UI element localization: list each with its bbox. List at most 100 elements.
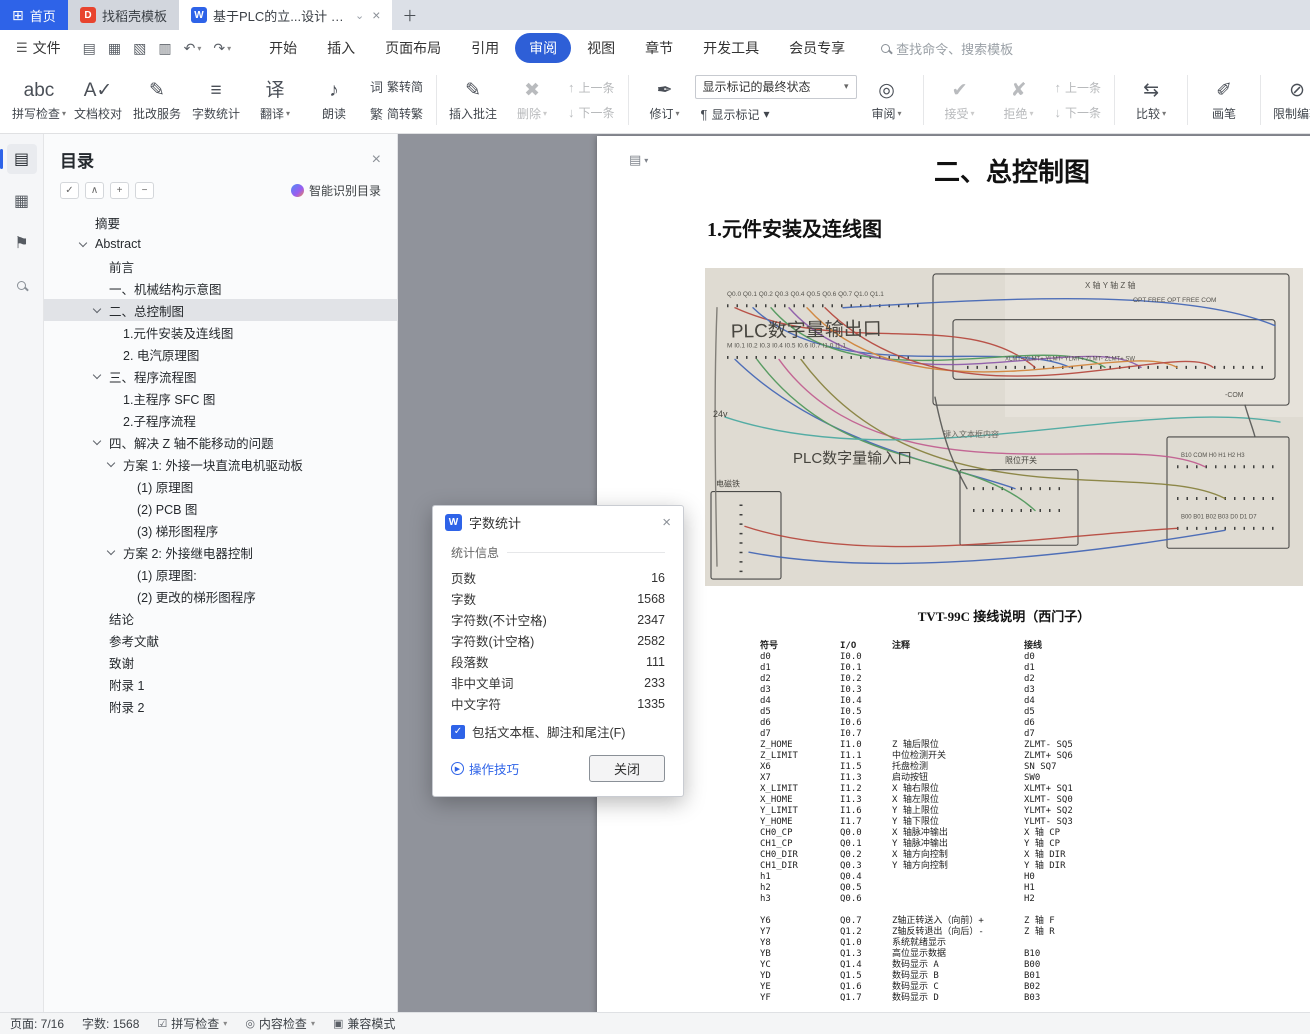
new-doc-icon[interactable]: ▤ (83, 40, 96, 57)
menu-tab-开始[interactable]: 开始 (255, 33, 311, 63)
proofread-button[interactable]: A✓ 文档校对 (69, 69, 127, 131)
toc-close-icon[interactable]: × (372, 151, 381, 169)
toc-item[interactable]: Abstract (44, 233, 397, 255)
new-tab-button[interactable]: ＋ (392, 0, 427, 30)
document-page[interactable]: ▤ ▾ 二、总控制图 1.元件安装及连线图 PLC数字量输出口 PLC数字量输入… (597, 136, 1310, 1012)
restrict-editing-button[interactable]: ⊘限制编辑 (1268, 69, 1310, 131)
translate-button[interactable]: 译翻译 ▾ (246, 69, 304, 131)
tab-close-icon[interactable]: × (372, 7, 380, 23)
toc-item[interactable]: 四、解决 Z 轴不能移动的问题 (44, 431, 397, 453)
compare-button[interactable]: ⇆ 比较 ▾ (1122, 69, 1180, 131)
chevron-down-icon[interactable] (92, 304, 102, 314)
file-menu-button[interactable]: ☰ 文件 (12, 38, 65, 58)
wiring-row: d0 I0.0 d0 (760, 652, 1035, 662)
toc-item[interactable]: 方案 1: 外接一块直流电机驱动板 (44, 453, 397, 475)
select-headings-button[interactable]: ✓ (60, 182, 79, 199)
menu-tab-开发工具[interactable]: 开发工具 (689, 33, 773, 63)
search-pane-icon (17, 280, 26, 290)
track-changes-button[interactable]: ✒ 修订 ▾ (636, 69, 694, 131)
status-compat-mode[interactable]: ▣ 兼容模式 (333, 1015, 395, 1032)
toc-item[interactable]: 参考文献 (44, 629, 397, 651)
menu-tab-视图[interactable]: 视图 (573, 33, 629, 63)
collapse-all-button[interactable]: − (135, 182, 154, 199)
menu-tab-页面布局[interactable]: 页面布局 (371, 33, 455, 63)
trad-to-simp-button[interactable]: 词繁转简 (364, 75, 429, 98)
toc-item[interactable]: 1.主程序 SFC 图 (44, 387, 397, 409)
menu-tab-插入[interactable]: 插入 (313, 33, 369, 63)
toc-item[interactable]: (2) 更改的梯形图程序 (44, 585, 397, 607)
toc-item[interactable]: 附录 2 (44, 695, 397, 717)
toc-item[interactable]: (2) PCB 图 (44, 497, 397, 519)
collapse-button[interactable]: ∧ (85, 182, 104, 199)
show-markup-button[interactable]: ¶ 显示标记 ▾ (695, 104, 857, 125)
toc-item[interactable]: (1) 原理图: (44, 563, 397, 585)
toc-item[interactable]: 方案 2: 外接继电器控制 (44, 541, 397, 563)
toc-pane-button[interactable]: ▤ (0, 144, 37, 174)
close-button[interactable]: 关闭 (589, 755, 665, 782)
toc-title: 目录 (60, 152, 94, 171)
word-count-titlebar[interactable]: W 字数统计 × (433, 506, 683, 538)
toc-item[interactable]: 结论 (44, 607, 397, 629)
status-content-check-status[interactable]: ◎ 内容检查 ▾ (245, 1015, 315, 1032)
tab-menu-icon[interactable]: ⌄ (355, 9, 364, 22)
grading-service-button[interactable]: ✎ 批改服务 (128, 69, 186, 131)
smart-toc-button[interactable]: 智能识别目录 (290, 182, 381, 199)
toc-item[interactable]: 附录 1 (44, 673, 397, 695)
print-icon[interactable]: ▧ (133, 40, 146, 57)
menu-tab-章节[interactable]: 章节 (631, 33, 687, 63)
toc-item[interactable]: 一、机械结构示意图 (44, 277, 397, 299)
docer-tab[interactable]: D 找稻壳模板 (68, 0, 180, 30)
insert-comment-button[interactable]: ✎ 插入批注 (444, 69, 502, 131)
chevron-down-icon[interactable] (106, 546, 116, 556)
redo-icon[interactable]: ↷ ▾ (213, 40, 231, 57)
ink-brush-button[interactable]: ✐ 画笔 (1195, 69, 1253, 131)
review-pane-button[interactable]: ◎ 审阅 ▾ (858, 69, 916, 131)
simp-to-trad-button[interactable]: 繁简转繁 (364, 102, 429, 125)
toc-item[interactable]: 1.元件安装及连线图 (44, 321, 397, 343)
toc-item[interactable]: (1) 原理图 (44, 475, 397, 497)
chevron-down-icon[interactable] (92, 370, 102, 380)
toc-item[interactable]: 致谢 (44, 651, 397, 673)
compare-icon: ⇆ (1143, 79, 1160, 101)
word-count-rows: 页数 16 字数 1568 字符数(不计空格) 2347 字符数(计空格) 2582 段落数 11… (451, 567, 665, 714)
wiring-row: X7 I1.3 启动按钮 SW0 (760, 773, 1041, 783)
undo-icon[interactable]: ↶ ▾ (184, 40, 202, 57)
include-textbox-checkbox[interactable]: ✓ 包括文本框、脚注和尾注(F) (451, 722, 665, 741)
search-pane-button[interactable] (7, 270, 37, 300)
page-settings-icon[interactable]: ▤ ▾ (629, 152, 648, 168)
svg-text:限位开关: 限位开关 (1005, 455, 1037, 465)
toc-item[interactable]: 三、程序流程图 (44, 365, 397, 387)
tips-link-label: 操作技巧 (469, 763, 520, 777)
status-spellcheck-status[interactable]: ☑ 拼写检查 ▾ (157, 1015, 227, 1032)
document-tab[interactable]: W 基于PLC的立...设计 课程论文 ⌄ × (179, 0, 393, 30)
checkbox-checked-icon: ✓ (451, 724, 465, 739)
home-tab[interactable]: ⊞ 首页 (0, 0, 68, 30)
toc-item[interactable]: (3) 梯形图程序 (44, 519, 397, 541)
word-count-close-icon[interactable]: × (662, 514, 671, 531)
menu-tab-会员专享[interactable]: 会员专享 (775, 33, 859, 63)
proofread-icon: A✓ (83, 79, 113, 101)
spellcheck-button[interactable]: abc 拼写检查 ▾ (10, 69, 68, 131)
home-tab-label: 首页 (29, 8, 56, 24)
print-preview-icon[interactable]: ▥ (158, 40, 171, 57)
toc-item[interactable]: 2.子程序流程 (44, 409, 397, 431)
toc-item[interactable]: 前言 (44, 255, 397, 277)
save-icon[interactable]: ▦ (108, 40, 121, 57)
chapters-pane-button[interactable]: ▦ (7, 186, 37, 216)
command-search[interactable]: 查找命令、搜索模板 (881, 39, 1013, 58)
read-aloud-button[interactable]: ♪ 朗读 (305, 69, 363, 131)
toc-item[interactable]: 摘要 (44, 211, 397, 233)
menu-tab-审阅[interactable]: 审阅 (515, 33, 572, 63)
toc-item[interactable]: 二、总控制图 (44, 299, 397, 321)
tips-link[interactable]: ▶ 操作技巧 (451, 759, 519, 778)
toc-item[interactable]: 2. 电汽原理图 (44, 343, 397, 365)
word-count-button[interactable]: ≡ 字数统计 (187, 69, 245, 131)
expand-all-button[interactable]: + (110, 182, 129, 199)
menu-tab-引用[interactable]: 引用 (457, 33, 513, 63)
hamburger-icon: ☰ (16, 40, 28, 55)
chevron-down-icon[interactable] (78, 238, 88, 248)
markup-state-dropdown[interactable]: 显示标记的最终状态 ▾ (694, 74, 857, 99)
bookmark-pane-button[interactable]: ⚑ (7, 228, 37, 258)
chevron-down-icon[interactable] (92, 436, 102, 446)
chevron-down-icon[interactable] (106, 458, 116, 468)
